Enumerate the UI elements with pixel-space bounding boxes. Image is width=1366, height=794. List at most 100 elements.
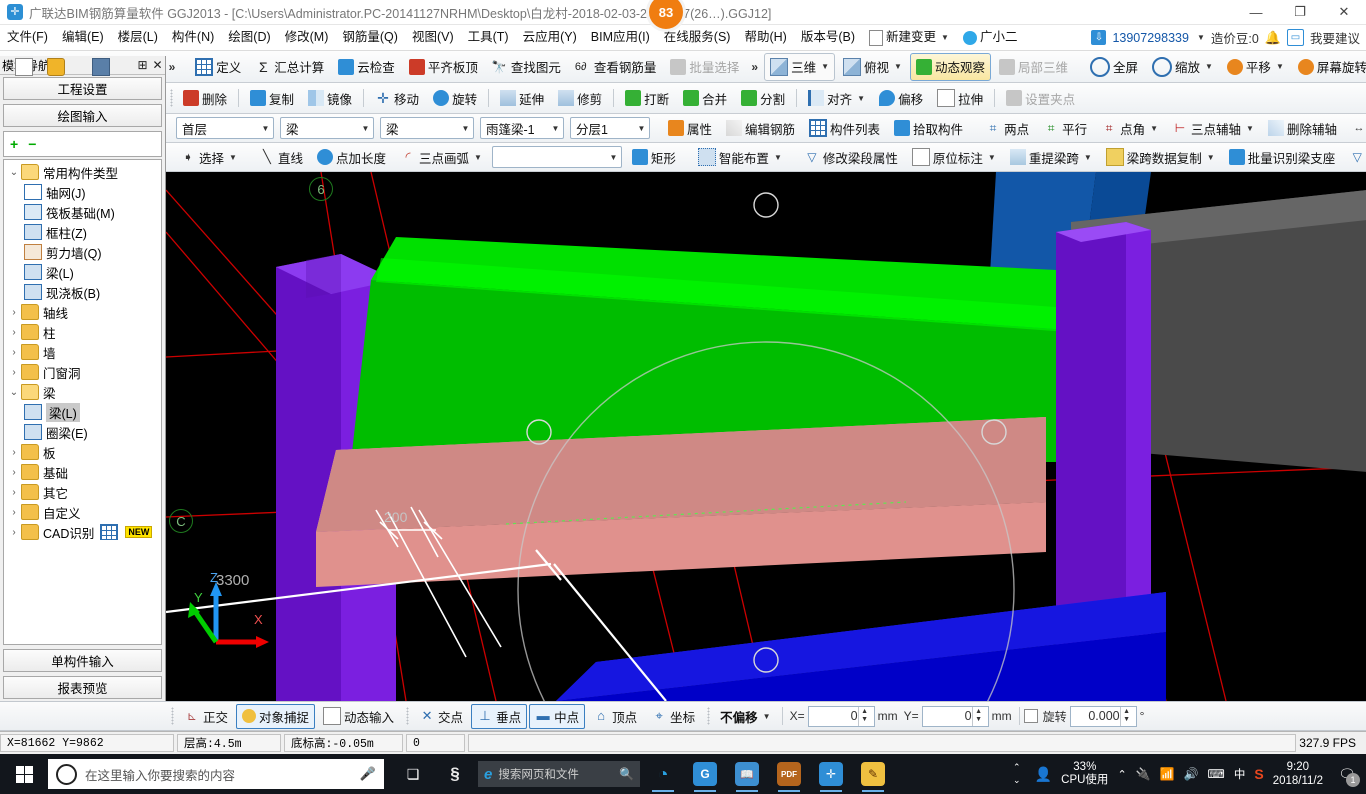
taskbar-search-box[interactable]: 在这里输入你要搜索的内容 🎤 bbox=[48, 759, 384, 789]
suggest-label[interactable]: 我要建议 bbox=[1310, 28, 1360, 47]
chevron-right-icon[interactable]: › bbox=[7, 527, 21, 538]
view-3d-button[interactable]: 三维 ▼ bbox=[764, 52, 835, 81]
copy-button[interactable]: 复制 bbox=[244, 84, 300, 112]
add-component-icon[interactable]: + bbox=[10, 136, 18, 152]
menu-draw[interactable]: 绘图(D) bbox=[221, 25, 277, 50]
rotate-input[interactable]: 0.000 ▲ ▼ bbox=[1069, 705, 1137, 727]
tree-node-beams[interactable]: ⌄ 梁 bbox=[4, 382, 161, 402]
pin-icon[interactable]: ⊞ bbox=[135, 58, 150, 72]
align-button[interactable]: 对齐 ▼ bbox=[802, 84, 871, 112]
ortho-toggle[interactable]: ⊾ 正交 bbox=[178, 704, 234, 729]
re-extract-span-button[interactable]: 重提梁跨 ▼ bbox=[1004, 143, 1098, 171]
taskbar-app-glodon[interactable]: G bbox=[686, 754, 724, 794]
chevron-right-icon[interactable]: › bbox=[7, 307, 21, 318]
start-button[interactable] bbox=[0, 754, 48, 794]
menu-bim[interactable]: BIM应用(I) bbox=[584, 25, 657, 50]
offset-button[interactable]: 偏移 bbox=[873, 84, 929, 112]
menu-component[interactable]: 构件(N) bbox=[165, 25, 221, 50]
maximize-button[interactable]: ❐ bbox=[1278, 0, 1322, 24]
delete-button[interactable]: 删除 bbox=[177, 84, 233, 112]
tree-node-shear-wall[interactable]: 剪力墙(Q) bbox=[4, 242, 161, 262]
cpu-usage-indicator[interactable]: 33% CPU使用 bbox=[1061, 761, 1108, 787]
people-icon[interactable]: 👤 bbox=[1035, 766, 1052, 783]
trim-button[interactable]: 修剪 bbox=[552, 84, 608, 112]
keyboard-icon[interactable]: ⌨ bbox=[1208, 767, 1225, 781]
pan-button[interactable]: 平移 ▼ bbox=[1221, 53, 1290, 81]
tray-scroll[interactable]: ⌃ ⌄ bbox=[1007, 754, 1026, 794]
tree-node-beam-selected[interactable]: 梁(L) bbox=[4, 402, 161, 422]
menu-version[interactable]: 版本号(B) bbox=[794, 25, 862, 50]
screen-rotate-button[interactable]: 屏幕旋转▼ bbox=[1292, 53, 1366, 81]
find-element-button[interactable]: 🔭 查找图元 bbox=[486, 53, 567, 81]
smart-layout-button[interactable]: 智能布置 ▼ bbox=[692, 143, 788, 171]
object-snap-toggle[interactable]: 对象捕捉 bbox=[236, 703, 316, 729]
tree-node-common-types[interactable]: ⌄ 常用构件类型 bbox=[4, 162, 161, 182]
rotate-checkbox[interactable] bbox=[1023, 709, 1038, 723]
y-spinner[interactable]: ▲ ▼ bbox=[971, 706, 985, 726]
dimension-button[interactable]: ↔尺寸标注▼ bbox=[1345, 114, 1366, 142]
tree-node-cad-recognition[interactable]: › CAD识别 NEW bbox=[4, 522, 161, 542]
minimize-button[interactable]: — bbox=[1234, 0, 1278, 24]
chevron-right-icon[interactable]: › bbox=[7, 467, 21, 478]
chevron-right-icon[interactable]: › bbox=[7, 487, 21, 498]
tree-node-cast-slab[interactable]: 现浇板(B) bbox=[4, 282, 161, 302]
ime-indicator[interactable]: 中 bbox=[1234, 766, 1246, 782]
type-combo[interactable]: 梁 ▼ bbox=[380, 117, 474, 139]
point-length-button[interactable]: 点加长度 bbox=[311, 143, 392, 171]
point-angle-button[interactable]: ⌗ 点角 ▼ bbox=[1095, 114, 1164, 142]
close-icon[interactable]: ✕ bbox=[150, 58, 165, 72]
coins-label[interactable]: 造价豆:0 bbox=[1211, 28, 1259, 47]
view-toolbar-overflow-left[interactable]: » bbox=[746, 60, 763, 74]
menu-modify[interactable]: 修改(M) bbox=[278, 25, 336, 50]
project-settings-button[interactable]: 工程设置 bbox=[3, 77, 162, 100]
report-preview-button[interactable]: 报表预览 bbox=[3, 676, 162, 699]
tray-expand-icon[interactable]: ⌃ bbox=[1117, 768, 1126, 781]
midpoint-snap-toggle[interactable]: ▬ 中点 bbox=[529, 703, 586, 729]
microphone-icon[interactable]: 🎤 bbox=[360, 766, 376, 782]
edit-toolbar-grip[interactable] bbox=[170, 89, 173, 107]
taskbar-clock[interactable]: 9:20 2018/11/2 bbox=[1273, 760, 1323, 788]
mirror-button[interactable]: 镜像 bbox=[302, 84, 358, 112]
chevron-right-icon[interactable]: › bbox=[7, 507, 21, 518]
tree-node-foundation[interactable]: › 基础 bbox=[4, 462, 161, 482]
break-button[interactable]: 打断 bbox=[619, 84, 675, 112]
chevron-right-icon[interactable]: › bbox=[7, 367, 21, 378]
dynamic-input-toggle[interactable]: 动态输入 bbox=[317, 704, 400, 729]
intersection-snap-toggle[interactable]: ✕ 交点 bbox=[413, 704, 469, 729]
perpendicular-snap-toggle[interactable]: ⊥ 垂点 bbox=[471, 703, 528, 729]
x-offset-input[interactable]: 0 ▲ ▼ bbox=[807, 705, 875, 727]
menu-edit[interactable]: 编辑(E) bbox=[55, 25, 111, 50]
span-data-copy-button[interactable]: 梁跨数据复制 ▼ bbox=[1100, 143, 1221, 171]
tree-node-raft-foundation[interactable]: 筏板基础(M) bbox=[4, 202, 161, 222]
view-rebar-qty-button[interactable]: 6∂ 查看钢筋量 bbox=[569, 53, 663, 81]
merge-button[interactable]: 合并 bbox=[677, 84, 733, 112]
tree-node-frame-column[interactable]: 框柱(Z) bbox=[4, 222, 161, 242]
drawing-input-button[interactable]: 绘图输入 bbox=[3, 104, 162, 127]
rectangle-button[interactable]: 矩形 bbox=[626, 143, 682, 171]
extend-button[interactable]: 延伸 bbox=[494, 84, 550, 112]
optionbar-grip[interactable] bbox=[171, 707, 174, 725]
properties-button[interactable]: 属性 bbox=[662, 114, 718, 142]
stretch-button[interactable]: 拉伸 bbox=[931, 84, 989, 112]
chevron-right-icon[interactable]: › bbox=[7, 327, 21, 338]
category-combo[interactable]: 梁 ▼ bbox=[280, 117, 374, 139]
offset-grip[interactable] bbox=[707, 707, 711, 725]
cloud-check-button[interactable]: 云检查 bbox=[332, 53, 401, 81]
fullscreen-button[interactable]: 全屏 bbox=[1084, 53, 1144, 81]
tree-node-slabs[interactable]: › 板 bbox=[4, 442, 161, 462]
menu-view[interactable]: 视图(V) bbox=[405, 25, 461, 50]
menu-help[interactable]: 帮助(H) bbox=[737, 25, 793, 50]
taskbar-app-dict[interactable]: 📖 bbox=[728, 754, 766, 794]
split-button[interactable]: 分割 bbox=[735, 84, 791, 112]
summary-calc-button[interactable]: Σ 汇总计算 bbox=[249, 53, 330, 81]
floor-combo[interactable]: 首层 ▼ bbox=[176, 117, 274, 139]
batch-select-button[interactable]: 批量选择 bbox=[664, 53, 745, 81]
task-view-button[interactable]: ❏ bbox=[394, 754, 432, 794]
new-change-button[interactable]: 新建变更 ▼ bbox=[862, 25, 956, 50]
wifi-icon[interactable]: 📶 bbox=[1160, 767, 1175, 781]
volume-icon[interactable]: 🔊 bbox=[1184, 767, 1199, 781]
edit-rebar-button[interactable]: 编辑钢筋 bbox=[720, 114, 801, 142]
taskbar-app-ggj[interactable]: ✛ bbox=[812, 754, 850, 794]
in-situ-label-button[interactable]: 原位标注 ▼ bbox=[906, 143, 1002, 171]
component-list-button[interactable]: 构件列表 bbox=[803, 114, 886, 142]
